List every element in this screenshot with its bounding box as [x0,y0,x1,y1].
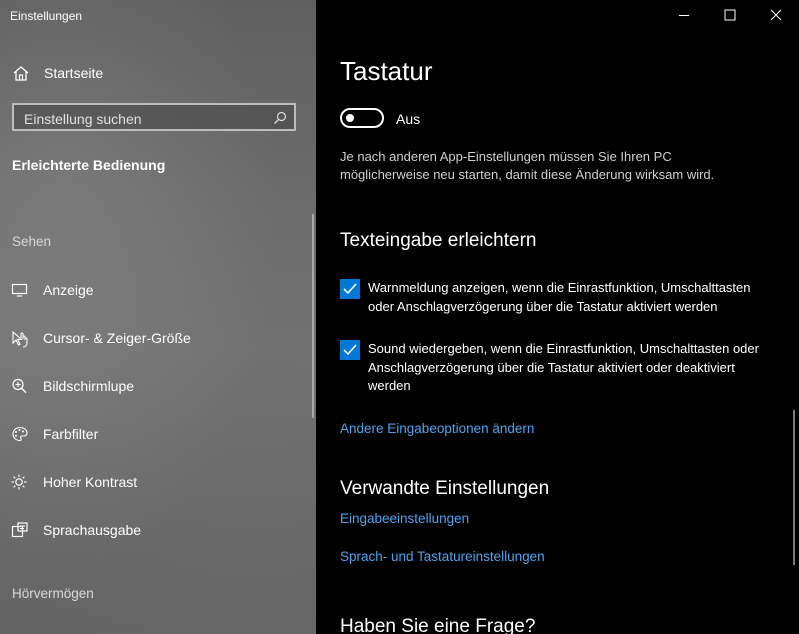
checkbox-sound[interactable]: Sound wiedergeben, wenn die Einrastfunkt… [340,340,760,398]
section-title-frage: Haben Sie eine Frage? [340,616,536,634]
palette-icon [11,426,29,442]
sidebar-item-cursor[interactable]: Cursor- & Zeiger-Größe [0,318,310,358]
toggle-description: Je nach anderen App-Einstellungen müssen… [340,149,715,182]
link-sprach-tastatureinstellungen[interactable]: Sprach- und Tastatureinstellungen [340,549,545,564]
minimize-icon [679,15,689,16]
main-scrollbar[interactable] [793,410,795,565]
checkmark-icon [343,283,357,295]
toggle-knob [346,114,354,122]
sidebar-item-label: Hoher Kontrast [43,474,138,490]
search-input[interactable]: Einstellung suchen [12,103,296,131]
close-icon [770,9,782,21]
home-icon [12,65,30,81]
section-title-verwandte: Verwandte Einstellungen [340,478,550,499]
checkbox-label: Sound wiedergeben, wenn die Einrastfunkt… [368,341,759,393]
sidebar-item-sprachausgabe[interactable]: Sprachausgabe [0,510,310,550]
section-title-hoervermoegen: Hörvermögen [12,586,94,601]
checkbox-checked[interactable] [340,340,360,360]
maximize-button[interactable] [707,0,753,30]
link-eingabeeinstellungen[interactable]: Eingabeeinstellungen [340,511,469,526]
sidebar: Einstellungen Startseite Einstellung suc… [0,0,316,634]
sidebar-item-farbfilter[interactable]: Farbfilter [0,414,310,454]
maximize-icon [724,9,736,21]
sidebar-item-label: Bildschirmlupe [43,378,135,394]
sidebar-scrollbar[interactable] [312,214,314,418]
search-placeholder: Einstellung suchen [24,111,142,127]
sidebar-item-anzeige[interactable]: Anzeige [0,270,310,310]
sidebar-item-label: Cursor- & Zeiger-Größe [43,330,191,346]
category-title: Erleichterte Bedienung [12,157,166,173]
section-title-texteingabe: Texteingabe erleichtern [340,230,537,251]
minimize-button[interactable] [661,0,707,30]
close-button[interactable] [753,0,799,30]
toggle-state-label: Aus [396,111,421,127]
sidebar-item-label: Farbfilter [43,426,99,442]
page-title: Tastatur [340,56,433,86]
keyboard-toggle[interactable] [340,108,384,128]
narrator-icon [11,522,29,538]
checkmark-icon [343,344,357,356]
magnifier-icon [11,378,29,394]
cursor-icon [11,330,29,348]
sidebar-item-label: Sprachausgabe [43,522,142,538]
checkbox-checked[interactable] [340,279,360,299]
brightness-icon [11,474,29,490]
checkbox-label: Warnmeldung anzeigen, wenn die Einrastfu… [368,280,751,314]
main-content: Tastatur Aus Je nach anderen App-Einstel… [316,0,799,634]
sidebar-item-hoher-kontrast[interactable]: Hoher Kontrast [0,462,310,502]
sidebar-item-label: Startseite [44,65,104,81]
link-andere-eingabeoptionen[interactable]: Andere Eingabeoptionen ändern [340,421,534,436]
section-title-sehen: Sehen [12,234,52,249]
app-title: Einstellungen [10,9,83,23]
checkbox-warnmeldung[interactable]: Warnmeldung anzeigen, wenn die Einrastfu… [340,279,760,337]
sidebar-item-bildschirmlupe[interactable]: Bildschirmlupe [0,366,310,406]
sidebar-item-home[interactable]: Startseite [0,56,316,90]
sidebar-item-label: Anzeige [43,282,94,298]
search-icon[interactable] [273,111,287,125]
monitor-icon [11,282,29,298]
